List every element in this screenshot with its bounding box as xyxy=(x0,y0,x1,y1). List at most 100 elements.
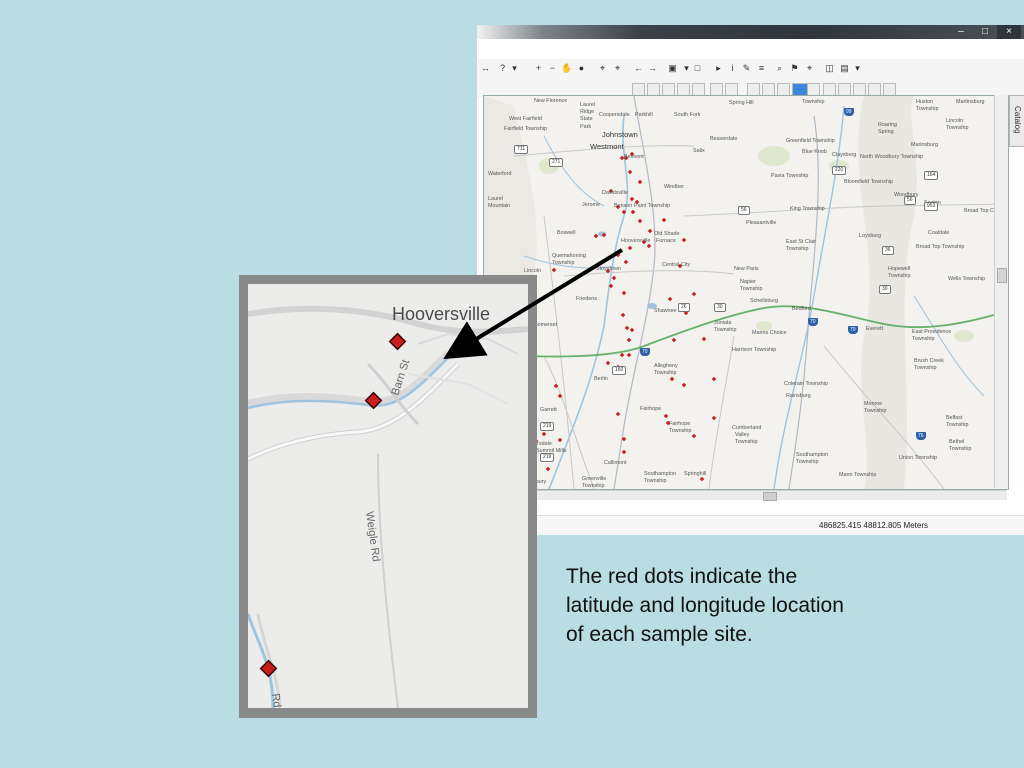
minimize-button[interactable]: – xyxy=(949,25,973,39)
map-label: Johnstown xyxy=(602,130,638,139)
map-label: Furnace xyxy=(656,238,676,244)
full-extent-icon[interactable]: ● xyxy=(576,63,587,74)
inset-road-label-rd: Rd xyxy=(269,693,283,708)
map-label: Rainsburg xyxy=(786,393,811,399)
route-shield: 219 xyxy=(540,422,555,431)
map-label: Jerome xyxy=(582,202,600,208)
map-label: Southampton xyxy=(796,452,829,458)
tools-toolbar: ↔? ▾ + − ✋ ● ⌖ ⌖ ← → ▣ ▾ □ ▸ i ✎ ≡ ⌕ ⚑ ⌖ ◫ ▤ ▾ xyxy=(477,59,1024,81)
map-label: Monroe xyxy=(864,401,883,407)
map-label: Paint Township xyxy=(634,203,671,209)
back-icon[interactable]: ← xyxy=(633,63,644,74)
map-label: Blue Knob xyxy=(802,149,827,155)
select-elements-icon[interactable]: ▸ xyxy=(713,63,724,74)
map-label: Quemahoning xyxy=(552,253,586,259)
route-shield: 219 xyxy=(540,453,555,462)
caption-text: The red dots indicate the latitude and l… xyxy=(566,562,946,649)
map-label: Broad Top Township xyxy=(916,244,965,250)
find-icon[interactable]: ⌕ xyxy=(774,63,785,74)
zoom-in-icon[interactable]: + xyxy=(533,63,544,74)
map-label: Salix xyxy=(693,148,705,154)
map-label: King Township xyxy=(790,206,825,212)
goto-xy-icon[interactable]: ⌖ xyxy=(804,63,815,74)
interstate-shield: 70 xyxy=(848,326,858,334)
interstate-shield: 70 xyxy=(640,348,650,356)
map-label: Roaring xyxy=(878,122,897,128)
map-label: Broad Top C xyxy=(964,208,994,214)
map-label: Garrett xyxy=(540,407,557,413)
map-label: Park xyxy=(580,124,592,130)
map-label: Fairhope xyxy=(640,406,662,412)
caption-line-3: of each sample site. xyxy=(566,623,753,646)
measure-icon[interactable]: ≡ xyxy=(756,63,767,74)
find-route-icon[interactable]: ⚑ xyxy=(789,63,800,74)
close-button[interactable]: × xyxy=(997,25,1021,39)
map-label: Township xyxy=(552,260,575,266)
map-label: Bethel xyxy=(949,439,965,445)
fixed-zoom-out-icon[interactable]: ⌖ xyxy=(612,63,623,74)
fixed-zoom-in-icon[interactable]: ⌖ xyxy=(597,63,608,74)
clear-selection-icon[interactable]: □ xyxy=(692,63,703,74)
catalog-tab[interactable]: Catalog xyxy=(1009,95,1024,147)
zoomed-inset-map: Hooversville Barn St Weigle Rd Rd xyxy=(248,284,528,708)
map-label: Waterford xyxy=(488,171,512,177)
create-viewer-icon[interactable]: ▤ xyxy=(839,63,850,74)
route-shield: 220 xyxy=(832,166,847,175)
map-label: Township xyxy=(644,478,667,484)
map-label: Lincoln xyxy=(524,268,542,274)
pan-icon[interactable]: ✋ xyxy=(561,63,572,74)
map-label: Juniata xyxy=(714,320,732,326)
time-slider-icon[interactable]: ◫ xyxy=(824,63,835,74)
map-label: Spring Hill xyxy=(729,100,754,106)
map-label: Belmont xyxy=(624,154,644,160)
map-label: Boswell xyxy=(557,230,576,236)
route-shield: 36 xyxy=(882,246,894,255)
map-label: Claysburg xyxy=(832,152,857,158)
horizontal-scrollbar[interactable] xyxy=(483,490,1007,501)
route-shield: 711 xyxy=(514,145,528,154)
horizontal-scroll-thumb[interactable] xyxy=(763,492,777,501)
map-label: Laurel xyxy=(580,102,595,108)
map-label: Township xyxy=(740,286,763,292)
forward-icon[interactable]: → xyxy=(647,63,658,74)
map-label: Hooversville xyxy=(621,238,651,244)
catalog-tab-label: Catalog xyxy=(1013,106,1022,134)
whats-this-icon[interactable]: ? xyxy=(497,63,508,74)
dropdown-icon[interactable]: ▾ xyxy=(852,63,863,74)
zoom-out-icon[interactable]: − xyxy=(547,63,558,74)
title-bar[interactable]: – □ × xyxy=(477,25,1024,39)
map-view[interactable]: New Florence Laurel Ridge State Park Coopersd… xyxy=(483,95,1009,490)
map-label: North Woodbury Township xyxy=(860,154,924,160)
vertical-scroll-thumb[interactable] xyxy=(997,268,1007,283)
map-label: Napier xyxy=(740,279,756,285)
map-label: Huston xyxy=(916,99,934,105)
route-shield: 30 xyxy=(879,285,891,294)
vertical-scrollbar[interactable] xyxy=(994,95,1008,488)
map-label: Callimont xyxy=(604,460,627,466)
gis-application-window: – □ × ↔? ▾ + − ✋ ● ⌖ ⌖ ← → ▣ ▾ □ ▸ i ✎ ≡ ⌕ ⚑ ⌖ ◫ ▤ ▾ xyxy=(477,25,1024,535)
connect-icon[interactable]: ↔ xyxy=(480,63,491,74)
map-label: Coaldale xyxy=(928,230,950,236)
map-label: Spring xyxy=(878,129,894,135)
caption-line-2: latitude and longitude location xyxy=(566,594,844,617)
maximize-button[interactable]: □ xyxy=(973,25,997,39)
map-label: Westmont xyxy=(590,142,624,151)
map-label: Greenville xyxy=(582,476,607,482)
interstate-shield: 76 xyxy=(916,432,926,440)
map-label: Mann Township xyxy=(839,472,877,478)
map-label: Pavia Township xyxy=(771,173,809,179)
select-features-icon[interactable]: ▣ xyxy=(667,63,678,74)
map-label: Township xyxy=(914,365,937,371)
inset-town-label: Hooversville xyxy=(392,304,490,324)
map-label: Bedford xyxy=(792,306,811,312)
map-label: Township xyxy=(802,99,825,105)
map-label: Benson xyxy=(614,203,633,209)
route-shield: 56 xyxy=(738,206,750,215)
dropdown-icon[interactable]: ▾ xyxy=(509,63,520,74)
html-popup-icon[interactable]: ✎ xyxy=(741,63,752,74)
map-label: Mountain xyxy=(488,203,511,209)
map-label: Valley xyxy=(735,432,750,438)
dropdown-icon[interactable]: ▾ xyxy=(681,63,692,74)
map-label: Friedens xyxy=(576,296,597,302)
identify-icon[interactable]: i xyxy=(727,63,738,74)
